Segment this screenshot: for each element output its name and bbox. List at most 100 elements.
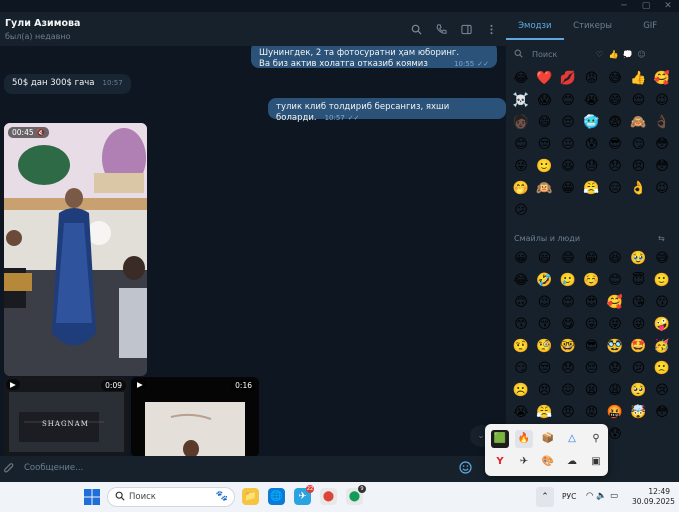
emoji-item[interactable]: 😭 [583, 92, 601, 110]
emoji-item[interactable]: 😅 [653, 250, 671, 268]
emoji-item[interactable]: 😣 [630, 158, 648, 176]
emoji-item[interactable]: 😊 [606, 272, 624, 290]
emoji-item[interactable]: 🤬 [606, 404, 624, 422]
emoji-item[interactable]: 😝 [606, 316, 624, 334]
emoji-item[interactable]: 🤨 [512, 338, 530, 356]
emoji-item[interactable]: 🤓 [559, 338, 577, 356]
emoji-item[interactable]: 👌 [630, 180, 648, 198]
emoji-item[interactable]: 😑 [606, 180, 624, 198]
emoji-item[interactable]: ☺️ [583, 272, 601, 290]
emoji-item[interactable]: 😩 [606, 382, 624, 400]
emoji-item[interactable]: 🥶 [583, 114, 601, 132]
emoji-item[interactable]: 😅 [606, 70, 624, 88]
emoji-item[interactable]: 😰 [606, 426, 624, 444]
emoji-item[interactable]: 😠 [559, 404, 577, 422]
emoji-item[interactable]: ☠️ [512, 92, 530, 110]
emoji-item[interactable]: 😒 [536, 360, 554, 378]
emoji-item[interactable]: 😆 [606, 250, 624, 268]
emoji-item[interactable]: 😞 [606, 158, 624, 176]
emoji-item[interactable]: 🙉 [536, 180, 554, 198]
emoji-button-icon[interactable] [459, 461, 472, 477]
emoji-item[interactable]: 😓 [583, 158, 601, 176]
emoji-item[interactable]: 🙃 [512, 294, 530, 312]
file-explorer-icon[interactable]: 📁 [242, 488, 259, 505]
video-message[interactable]: ▶ 0:16 [131, 377, 259, 456]
emoji-item[interactable]: 😉 [653, 92, 671, 110]
emoji-item[interactable]: 🧑🏿 [512, 114, 530, 132]
chat-messages[interactable]: Шунингдек, 2 та фотосуратни ҳам юборинг.… [0, 46, 506, 456]
tab-emoji[interactable]: Эмодзи [506, 12, 564, 40]
emoji-item[interactable]: 😏 [512, 360, 530, 378]
emoji-item[interactable]: 😛 [583, 316, 601, 334]
emoji-item[interactable]: 🧐 [536, 338, 554, 356]
emoji-item[interactable]: ☹️ [512, 382, 530, 400]
emoji-item[interactable]: 😔 [559, 114, 577, 132]
emoji-item[interactable]: 😚 [536, 316, 554, 334]
contact-name[interactable]: Гули Азимова [5, 18, 80, 29]
attach-icon[interactable] [3, 462, 14, 478]
windows-start-icon[interactable] [84, 489, 100, 505]
emoji-item[interactable]: 🥰 [606, 294, 624, 312]
emoji-item[interactable]: 😖 [559, 382, 577, 400]
telegram-taskbar-icon[interactable]: ✈ 22 [294, 485, 314, 505]
emoji-item[interactable]: 😟 [606, 360, 624, 378]
package-icon[interactable]: 📦 [539, 430, 557, 448]
incoming-message[interactable]: 50$ дан 300$ гача 10:57 [4, 74, 131, 94]
phone-icon[interactable] [435, 24, 448, 37]
outgoing-message[interactable]: тулик клиб толдириб берсангиз, яхши бола… [268, 98, 506, 123]
emoji-item[interactable]: 😰 [583, 136, 601, 154]
emoji-item[interactable]: 😣 [536, 382, 554, 400]
fire-app-icon[interactable]: 🔥 [515, 430, 533, 448]
emoji-item[interactable]: 😏 [630, 136, 648, 154]
telegram-tray-icon[interactable]: ✈ [515, 453, 533, 471]
emoji-item[interactable]: 🥲 [559, 272, 577, 290]
emoji-item[interactable]: 🥰 [653, 70, 671, 88]
color-app-icon[interactable]: 🎨 [539, 453, 557, 471]
edge-browser-icon[interactable]: 🌐 [268, 488, 285, 505]
emoji-item[interactable]: 😗 [653, 294, 671, 312]
video-message[interactable]: 00:45 🔇 [4, 123, 147, 376]
emoji-item[interactable]: 🥺 [630, 382, 648, 400]
chat-category-icon[interactable]: 💭 [622, 49, 633, 60]
emoji-item[interactable]: 😌 [559, 294, 577, 312]
like-category-icon[interactable]: 👍 [608, 49, 619, 60]
emoji-item[interactable]: 🥸 [606, 338, 624, 356]
emoji-item[interactable]: 😱 [536, 92, 554, 110]
emoji-item[interactable]: 😃 [536, 250, 554, 268]
minimize-button[interactable]: ─ [613, 0, 635, 12]
smiley-category-icon[interactable]: ☺ [636, 49, 647, 60]
emoji-item[interactable]: 😂 [512, 70, 530, 88]
taskbar-clock[interactable]: 12:49 30.09.2025 [632, 487, 675, 507]
outgoing-message[interactable]: Шунингдек, 2 та фотосуратни ҳам юборинг.… [251, 46, 497, 69]
close-button[interactable]: ✕ [657, 0, 679, 12]
display-icon[interactable]: ▣ [587, 453, 605, 471]
emoji-item[interactable]: 😉 [536, 294, 554, 312]
emoji-item[interactable]: 😡 [583, 70, 601, 88]
emoji-item[interactable]: 😒 [536, 136, 554, 154]
emoji-item[interactable]: 👍 [630, 70, 648, 88]
search-icon[interactable] [410, 24, 423, 37]
emoji-item[interactable]: 😡 [583, 404, 601, 422]
emoji-item[interactable]: 😂 [512, 272, 530, 290]
emoji-item[interactable]: 😜 [512, 158, 530, 176]
emoji-item[interactable]: 😍 [583, 294, 601, 312]
emoji-item[interactable]: 🙁 [653, 360, 671, 378]
emoji-item[interactable]: 🥹 [630, 250, 648, 268]
maximize-button[interactable]: ▢ [635, 0, 657, 12]
emoji-item[interactable]: 😌 [630, 92, 648, 110]
system-tray[interactable]: ◠ 🔈 ▭ [586, 491, 618, 501]
emoji-item[interactable]: 👌🏿 [653, 114, 671, 132]
favorites-category-icon[interactable]: ♡ [594, 49, 605, 60]
more-icon[interactable] [485, 24, 498, 37]
emoji-item[interactable]: 😭 [512, 404, 530, 422]
emoji-item[interactable]: 😊 [559, 92, 577, 110]
emoji-item[interactable]: 😔 [583, 360, 601, 378]
emoji-item[interactable]: 😊 [512, 136, 530, 154]
emoji-item[interactable]: 😁 [559, 180, 577, 198]
emoji-item[interactable]: 😙 [512, 316, 530, 334]
chrome-profile-icon[interactable]: ⬤ 9 [346, 485, 366, 505]
emoji-item[interactable]: 🙂 [536, 158, 554, 176]
emoji-item[interactable]: 😕 [630, 360, 648, 378]
emoji-item[interactable]: 😁 [583, 250, 601, 268]
section-collapse-icon[interactable]: ⇆ [658, 234, 665, 243]
